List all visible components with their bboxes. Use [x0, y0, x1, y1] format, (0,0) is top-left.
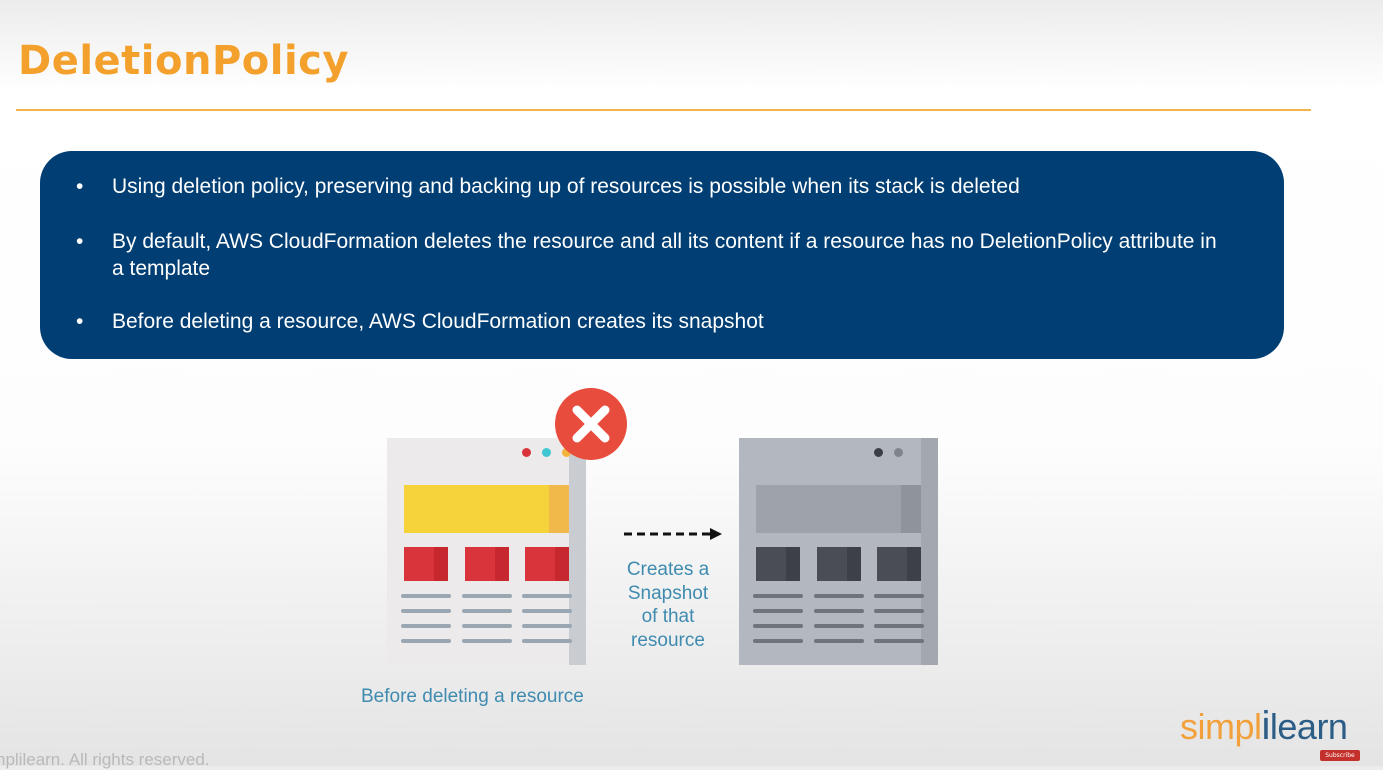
page-before-illustration [387, 438, 586, 665]
text-line [753, 609, 803, 613]
bullet-dot: • [76, 230, 84, 253]
text-line [874, 639, 924, 643]
title-divider [16, 109, 1311, 111]
text-line [874, 594, 924, 598]
text-line [522, 624, 572, 628]
text-line [462, 609, 512, 613]
text-line [522, 639, 572, 643]
page-edge [569, 438, 586, 665]
logo-right: learn [1269, 706, 1348, 747]
text-line [874, 609, 924, 613]
header-bar [404, 485, 569, 533]
bullet-dot: • [76, 310, 84, 333]
text-line [401, 609, 451, 613]
text-line [753, 594, 803, 598]
window-dot-gray [894, 448, 903, 457]
content-block [817, 547, 861, 581]
window-dot-red [522, 448, 531, 457]
bullet-panel: • Using deletion policy, preserving and … [40, 151, 1284, 359]
text-line [814, 594, 864, 598]
text-line [522, 609, 572, 613]
caption-line: Snapshot [627, 582, 709, 604]
text-line [401, 624, 451, 628]
window-dot-cyan [542, 448, 551, 457]
copyright-footer: nplilearn. All rights reserved. [0, 750, 210, 769]
header-bar [756, 485, 921, 533]
text-line [814, 609, 864, 613]
text-line [462, 624, 512, 628]
logo-left: simpl [1180, 706, 1262, 747]
text-line [401, 594, 451, 598]
caption-line: of that [641, 606, 695, 627]
bullet-text: Before deleting a resource, AWS CloudFor… [112, 310, 764, 333]
x-circle-icon [555, 388, 627, 460]
content-block [525, 547, 569, 581]
caption-line: Creates a [626, 559, 710, 580]
text-line [462, 594, 512, 598]
text-line [462, 639, 512, 643]
logo-sep: i [1261, 704, 1271, 748]
text-line [874, 624, 924, 628]
content-block [877, 547, 921, 581]
bullet-text: By default, AWS CloudFormation deletes t… [112, 230, 1217, 280]
dashed-arrow-right-icon [624, 528, 722, 540]
text-line [522, 594, 572, 598]
text-line [814, 624, 864, 628]
text-line [814, 639, 864, 643]
bullet-item-3: • Before deleting a resource, AWS CloudF… [76, 308, 1232, 335]
content-block [404, 547, 448, 581]
bullet-dot: • [76, 175, 84, 198]
snapshot-caption: Creates a Snapshot of that resource [607, 558, 729, 652]
text-line [401, 639, 451, 643]
window-dot-dark [874, 448, 883, 457]
simplilearn-logo: simplilearn [1180, 704, 1348, 749]
page-edge [921, 438, 938, 665]
text-line [753, 639, 803, 643]
bullet-item-1: • Using deletion policy, preserving and … [76, 173, 1232, 200]
slide-title: DeletionPolicy [18, 38, 349, 84]
caption-line: resource [631, 629, 705, 651]
bullet-item-2: • By default, AWS CloudFormation deletes… [76, 228, 1232, 282]
bullet-text: Using deletion policy, preserving and ba… [112, 175, 1020, 198]
content-block [756, 547, 800, 581]
page-snapshot-illustration [739, 438, 938, 665]
content-block [465, 547, 509, 581]
before-caption: Before deleting a resource [361, 686, 584, 707]
youtube-subscribe-badge[interactable]: Subscribe [1320, 750, 1360, 761]
text-line [753, 624, 803, 628]
